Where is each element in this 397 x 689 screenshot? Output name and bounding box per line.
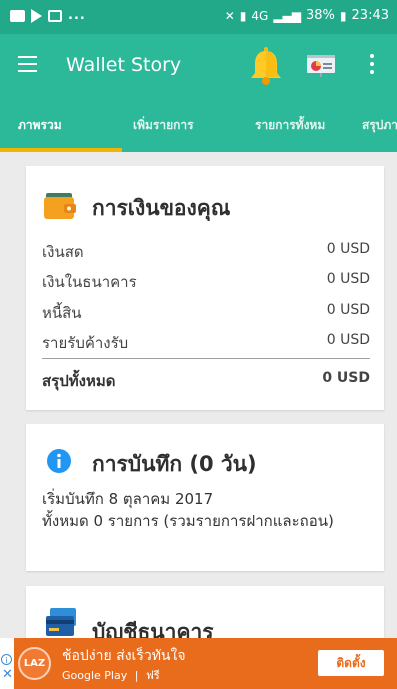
app-bar: Wallet Story — [0, 34, 397, 98]
cash-value: 0 USD — [326, 241, 370, 257]
wallet-icon — [44, 193, 76, 219]
total-label: สรุปทั้งหมด — [42, 372, 116, 390]
tab-overview[interactable]: ภาพรวม — [18, 98, 62, 152]
mute-icon: ✕ — [224, 8, 235, 23]
sim-icon: ▮ — [239, 8, 247, 23]
network-type-label: 4G — [251, 8, 269, 23]
overflow-menu-icon[interactable] — [370, 54, 376, 76]
record-card-title: การบันทึก (0 วัน) — [92, 452, 257, 476]
ad-install-button[interactable]: ติดตั้ง — [318, 650, 384, 676]
tab-add-entry[interactable]: เพิ่มรายการ — [133, 98, 194, 152]
bank-balance-value: 0 USD — [326, 271, 370, 287]
money-card-title: การเงินของคุณ — [92, 196, 231, 220]
clock: 23:43 — [351, 8, 389, 23]
ad-info-icon[interactable]: i — [1, 654, 12, 665]
record-card[interactable]: การบันทึก (0 วัน) เริ่มบันทึก 8 ตุลาคม 2… — [26, 424, 384, 571]
ad-store-name: Google Play — [62, 669, 128, 682]
record-total-count: ทั้งหมด 0 รายการ (รวมรายการฝากและถอน) — [42, 512, 334, 530]
info-icon — [47, 449, 71, 473]
presentation-icon[interactable] — [306, 54, 336, 78]
money-summary-card[interactable]: การเงินของคุณ เงินสด 0 USD เงินในธนาคาร … — [26, 166, 384, 410]
ad-banner[interactable]: i ✕ LAZ ช้อปง่าย ส่งเร็วทันใจ Google Pla… — [0, 638, 397, 689]
tab-summary[interactable]: สรุปภา — [362, 98, 397, 152]
ad-logo: LAZ — [18, 647, 51, 680]
more-notifications-indicator: ... — [68, 8, 86, 23]
battery-icon: ▮ — [339, 8, 347, 23]
system-status: ✕ ▮ 4G ▂▄▆ 38% ▮ 23:43 — [225, 8, 389, 23]
tab-all-entries[interactable]: รายการทั้งหม — [255, 98, 325, 152]
total-divider — [42, 358, 370, 359]
menu-icon[interactable] — [18, 56, 37, 72]
cash-label: เงินสด — [42, 243, 84, 261]
bank-balance-label: เงินในธนาคาร — [42, 273, 137, 291]
receivable-label: รายรับค้างรับ — [42, 334, 129, 352]
active-tab-indicator — [0, 148, 122, 152]
signal-icon: ▂▄▆ — [273, 8, 302, 23]
receivable-value: 0 USD — [326, 332, 370, 348]
ad-headline: ช้อปง่าย ส่งเร็วทันใจ — [62, 648, 186, 664]
ad-price: ฟรี — [145, 669, 160, 682]
ad-store-line: Google Play | ฟรี — [62, 666, 160, 684]
notification-icons: ... — [10, 8, 86, 23]
debt-label: หนี้สิน — [42, 304, 82, 322]
ad-separator: | — [134, 669, 139, 682]
app-notification-icon — [48, 9, 62, 22]
bell-icon[interactable] — [248, 46, 284, 86]
debt-value: 0 USD — [326, 302, 370, 318]
credit-card-icon — [46, 608, 76, 636]
app-screen: ... ✕ ▮ 4G ▂▄▆ 38% ▮ 23:43 Wallet Story — [0, 0, 397, 689]
tab-bar: ภาพรวม เพิ่มรายการ รายการทั้งหม สรุปภา — [0, 98, 397, 152]
battery-percent: 38% — [306, 8, 335, 23]
ad-choices-badge: i ✕ — [0, 638, 14, 689]
app-title: Wallet Story — [66, 54, 182, 76]
record-start-date: เริ่มบันทึก 8 ตุลาคม 2017 — [42, 490, 214, 508]
status-bar: ... ✕ ▮ 4G ▂▄▆ 38% ▮ 23:43 — [0, 0, 397, 34]
play-notification-icon — [31, 8, 42, 23]
gallery-notification-icon — [10, 9, 25, 22]
ad-close-icon[interactable]: ✕ — [2, 668, 13, 681]
total-value: 0 USD — [322, 370, 370, 386]
